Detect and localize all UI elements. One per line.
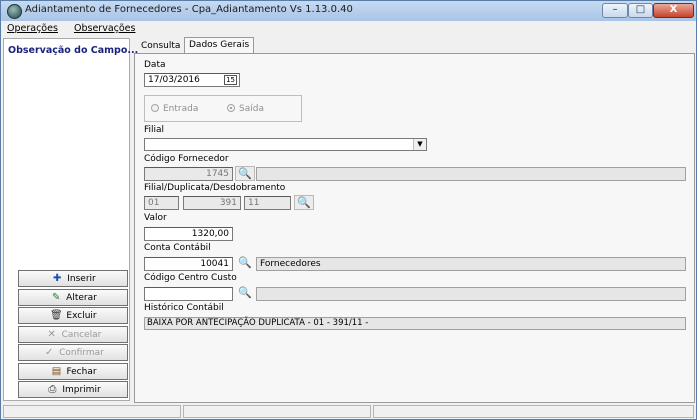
search-icon: 🔍 [238, 167, 252, 180]
close-door-icon: ▤ [51, 366, 62, 377]
historico-field[interactable]: BAIXA POR ANTECIPAÇÃO DUPLICATA - 01 - 3… [144, 317, 686, 330]
alterar-label: Alterar [66, 293, 97, 303]
conta-contabil-desc-field: Fornecedores [256, 257, 686, 271]
radio-saida-circle [227, 104, 235, 112]
centro-custo-desc-field [256, 287, 686, 301]
filial-value [145, 139, 148, 149]
status-segment-3 [373, 405, 694, 418]
window-title: Adiantamento de Fornecedores - Cpa_Adian… [25, 4, 353, 15]
radio-saida-label: Saída [239, 104, 264, 114]
alterar-button[interactable]: ✎ Alterar [18, 289, 128, 306]
cancelar-button[interactable]: ✕ Cancelar [18, 326, 128, 343]
confirmar-button[interactable]: ✓ Confirmar [18, 344, 128, 361]
historico-label: Histórico Contábil [144, 303, 224, 313]
maximize-button[interactable]: □ [628, 3, 653, 18]
title-bar: Adiantamento de Fornecedores - Cpa_Adian… [1, 1, 696, 22]
fdd-duplicata-field[interactable]: 391 [183, 196, 241, 210]
status-segment-2 [183, 405, 371, 418]
cancelar-label: Cancelar [61, 330, 102, 340]
codigo-fornecedor-label: Código Fornecedor [144, 154, 229, 164]
fdd-label: Filial/Duplicata/Desdobramento [144, 183, 286, 193]
valor-field[interactable]: 1320,00 [144, 227, 233, 241]
movimento-groupbox: Entrada Saída [144, 95, 302, 122]
status-segment-1 [3, 405, 181, 418]
centro-custo-field[interactable] [144, 287, 233, 301]
fdd-desdobramento-field[interactable]: 11 [244, 196, 291, 210]
conta-contabil-label: Conta Contábil [144, 243, 211, 253]
menu-operacoes[interactable]: Operações [7, 23, 58, 34]
search-icon: 🔍 [238, 256, 252, 269]
data-label: Data [144, 60, 166, 70]
filial-select[interactable]: ▼ [144, 138, 427, 151]
radio-entrada[interactable]: Entrada [151, 104, 198, 114]
fechar-label: Fechar [66, 367, 97, 377]
excluir-label: Excluir [66, 311, 97, 321]
fdd-filial-field[interactable]: 01 [144, 196, 179, 210]
edit-icon: ✎ [51, 292, 61, 303]
left-panel: Observação do Campo... ✚ Inserir ✎ Alterar… [3, 38, 138, 401]
conta-contabil-field[interactable]: 10041 [144, 257, 233, 271]
radio-entrada-circle [151, 104, 159, 112]
inserir-button[interactable]: ✚ Inserir [18, 270, 128, 287]
search-centro-custo-button[interactable]: 🔍 [235, 286, 255, 301]
data-value: 17/03/2016 [148, 75, 200, 85]
check-icon: ✓ [44, 347, 54, 358]
radio-saida[interactable]: Saída [227, 104, 264, 114]
search-duplicata-button[interactable]: 🔍 [294, 195, 314, 210]
fornecedor-nome-field [256, 167, 686, 181]
inserir-label: Inserir [67, 274, 96, 284]
confirmar-label: Confirmar [59, 348, 104, 358]
filial-label: Filial [144, 125, 165, 135]
status-bar [1, 403, 696, 419]
imprimir-button[interactable]: ⎙ Imprimir [18, 381, 128, 398]
fechar-button[interactable]: ▤ Fechar [18, 363, 128, 380]
chevron-down-icon[interactable]: ▼ [413, 139, 426, 150]
tab-content-dados-gerais: Data 17/03/2016 15 Entrada Saída Filial … [134, 53, 695, 403]
insert-icon: ✚ [53, 273, 62, 284]
valor-label: Valor [144, 213, 167, 223]
field-observation-title: Observação do Campo... [8, 45, 139, 56]
printer-icon: ⎙ [48, 384, 57, 395]
menu-bar: Operações Observações [1, 21, 696, 37]
data-field[interactable]: 17/03/2016 15 [144, 73, 240, 87]
tab-dados-gerais[interactable]: Dados Gerais [184, 37, 255, 54]
minimize-button[interactable]: – [602, 3, 628, 18]
excluir-button[interactable]: 🗑 Excluir [18, 307, 128, 324]
menu-observacoes[interactable]: Observações [74, 23, 135, 34]
search-icon: 🔍 [238, 286, 252, 299]
search-fornecedor-button[interactable]: 🔍 [235, 166, 255, 181]
centro-custo-label: Código Centro Custo [144, 273, 237, 283]
codigo-fornecedor-field[interactable]: 1745 [144, 167, 233, 181]
search-icon: 🔍 [297, 196, 311, 209]
application-window: Adiantamento de Fornecedores - Cpa_Adian… [0, 0, 697, 420]
imprimir-label: Imprimir [62, 385, 101, 395]
trash-icon: 🗑 [50, 310, 63, 321]
close-button[interactable]: X [653, 3, 694, 18]
search-conta-contabil-button[interactable]: 🔍 [235, 256, 255, 271]
tab-consulta[interactable]: Consulta [137, 39, 184, 53]
app-icon [7, 4, 22, 19]
radio-entrada-label: Entrada [163, 104, 199, 114]
calendar-icon[interactable]: 15 [224, 75, 237, 85]
cancel-icon: ✕ [47, 329, 56, 340]
